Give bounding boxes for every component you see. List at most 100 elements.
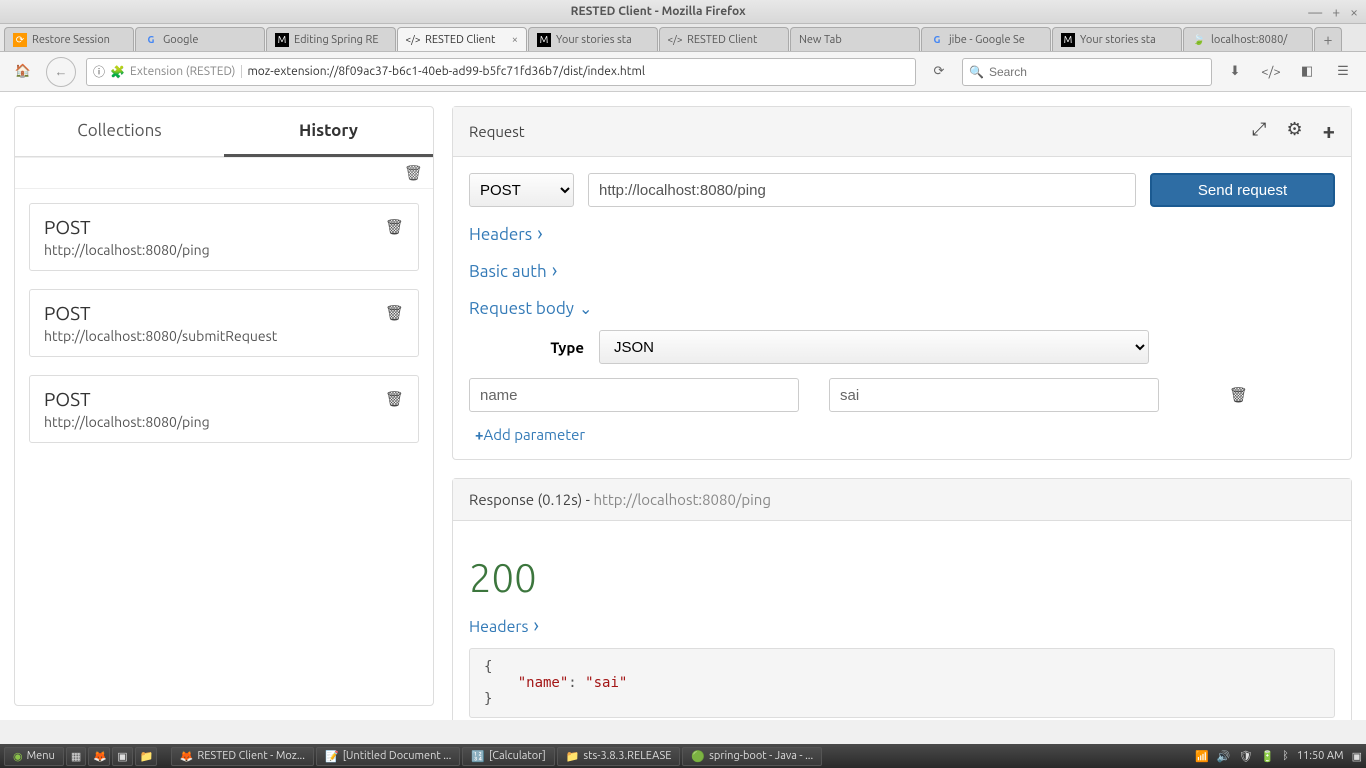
param-value-input[interactable] bbox=[829, 378, 1159, 412]
response-headers-toggle[interactable]: Headers bbox=[469, 618, 1335, 636]
launcher-icon[interactable]: ▦ bbox=[66, 747, 86, 766]
delete-history-icon[interactable] bbox=[385, 218, 404, 236]
taskbar-app[interactable]: 🦊RESTED Client - Moz... bbox=[171, 747, 314, 766]
folder-icon: 📁 bbox=[566, 750, 580, 763]
tray-icon[interactable]: 🔋 bbox=[1261, 750, 1275, 763]
basicauth-toggle[interactable]: Basic auth bbox=[469, 262, 1335, 281]
method-select[interactable]: POST bbox=[469, 173, 574, 207]
delete-param-icon[interactable] bbox=[1229, 386, 1248, 404]
request-panel: Request ⤢ ⚙ + POST Send request Headers … bbox=[452, 106, 1352, 460]
java-icon: 🟢 bbox=[691, 750, 705, 763]
tray-icon[interactable]: 🔊 bbox=[1217, 750, 1231, 763]
menu-icon[interactable]: ☰ bbox=[1330, 59, 1356, 85]
info-icon: ⓘ bbox=[93, 63, 105, 80]
search-icon: 🔍 bbox=[969, 65, 984, 79]
close-icon[interactable]: × bbox=[1350, 4, 1358, 20]
clear-history-icon[interactable] bbox=[404, 167, 423, 181]
window-title: RESTED Client - Mozilla Firefox bbox=[8, 5, 1308, 18]
favicon-code-icon: </> bbox=[668, 33, 682, 47]
history-url: http://localhost:8080/ping bbox=[44, 414, 404, 430]
start-menu-button[interactable]: ◉ Menu bbox=[4, 747, 64, 766]
clock[interactable]: 11:50 AM bbox=[1297, 750, 1344, 762]
request-header: Request ⤢ ⚙ + bbox=[453, 107, 1351, 157]
response-url: http://localhost:8080/ping bbox=[593, 491, 771, 508]
window-titlebar: RESTED Client - Mozilla Firefox — + × bbox=[0, 0, 1366, 24]
history-list: POST http://localhost:8080/ping POST htt… bbox=[15, 189, 433, 457]
delete-history-icon[interactable] bbox=[385, 304, 404, 322]
history-method: POST bbox=[44, 216, 404, 238]
browser-tab[interactable]: ⟳Restore Session bbox=[4, 27, 134, 51]
calculator-icon: 🔢 bbox=[471, 750, 485, 763]
type-label: Type bbox=[469, 339, 599, 356]
expand-icon[interactable]: ⤢ bbox=[1252, 119, 1266, 144]
headers-toggle[interactable]: Headers bbox=[469, 225, 1335, 244]
history-item[interactable]: POST http://localhost:8080/submitRequest bbox=[29, 289, 419, 357]
taskbar-app[interactable]: 📝[Untitled Document ... bbox=[316, 747, 460, 766]
plus-icon[interactable]: + bbox=[1323, 119, 1335, 144]
minimize-icon[interactable]: — bbox=[1308, 4, 1322, 20]
history-item[interactable]: POST http://localhost:8080/ping bbox=[29, 203, 419, 271]
new-tab-button[interactable]: + bbox=[1314, 27, 1342, 51]
browser-tab[interactable]: GGoogle bbox=[135, 27, 265, 51]
launcher-icon[interactable]: 🦊 bbox=[88, 747, 110, 766]
favicon-medium-icon: M bbox=[275, 33, 289, 47]
favicon-google-icon: G bbox=[930, 33, 944, 47]
favicon-code-icon: </> bbox=[406, 33, 420, 47]
browser-tab[interactable]: Gjibe - Google Se bbox=[921, 27, 1051, 51]
browser-tab-active[interactable]: </>RESTED Client× bbox=[397, 27, 527, 51]
favicon-google-icon: G bbox=[144, 33, 158, 47]
back-button[interactable]: ← bbox=[46, 57, 76, 87]
refresh-icon[interactable]: ⟳ bbox=[926, 59, 952, 85]
sidebar-icon[interactable]: ◧ bbox=[1294, 59, 1320, 85]
body-type-select[interactable]: JSON bbox=[599, 330, 1149, 364]
launcher-icon[interactable]: 📁 bbox=[135, 747, 157, 766]
param-key-input[interactable] bbox=[469, 378, 799, 412]
tray-icon[interactable]: 🛡 bbox=[1239, 750, 1253, 763]
history-item[interactable]: POST http://localhost:8080/ping bbox=[29, 375, 419, 443]
taskbar-app[interactable]: 🔢[Calculator] bbox=[462, 747, 554, 766]
home-icon[interactable]: 🏠 bbox=[10, 59, 36, 85]
browser-tab[interactable]: MYour stories sta bbox=[1052, 27, 1182, 51]
taskbar-app[interactable]: 📁sts-3.8.3.RELEASE bbox=[557, 747, 681, 766]
browser-tab[interactable]: MEditing Spring RE bbox=[266, 27, 396, 51]
downloads-icon[interactable]: ⬇ bbox=[1222, 59, 1248, 85]
add-parameter-button[interactable]: +Add parameter bbox=[475, 426, 1335, 443]
tray-icon[interactable]: ᛒ bbox=[1282, 750, 1289, 762]
editor-icon: 📝 bbox=[325, 750, 339, 763]
url-bar[interactable]: ⓘ 🧩 Extension (RESTED) moz-extension://8… bbox=[86, 58, 916, 86]
delete-history-icon[interactable] bbox=[385, 390, 404, 408]
os-taskbar: ◉ Menu ▦ 🦊 ▣ 📁 🦊RESTED Client - Moz... 📝… bbox=[0, 744, 1366, 768]
status-code: 200 bbox=[469, 555, 1335, 600]
browser-tabbar: ⟳Restore Session GGoogle MEditing Spring… bbox=[0, 24, 1366, 52]
send-request-button[interactable]: Send request bbox=[1150, 173, 1335, 207]
response-header: Response (0.12s) - http://localhost:8080… bbox=[453, 479, 1351, 521]
history-method: POST bbox=[44, 388, 404, 410]
tab-collections[interactable]: Collections bbox=[15, 107, 224, 157]
requestbody-toggle[interactable]: Request body bbox=[469, 299, 1335, 318]
request-url-input[interactable] bbox=[588, 173, 1136, 207]
browser-tab[interactable]: New Tab bbox=[790, 27, 920, 51]
side-toolbar bbox=[15, 157, 433, 189]
history-url: http://localhost:8080/submitRequest bbox=[44, 328, 404, 344]
browser-tab[interactable]: </>RESTED Client bbox=[659, 27, 789, 51]
favicon-medium-icon: M bbox=[537, 33, 551, 47]
tray-icon[interactable]: 📶 bbox=[1195, 750, 1209, 763]
search-bar[interactable]: 🔍 bbox=[962, 58, 1212, 86]
launcher-icon[interactable]: ▣ bbox=[112, 747, 132, 766]
browser-tab[interactable]: MYour stories sta bbox=[528, 27, 658, 51]
tab-close-icon[interactable]: × bbox=[512, 34, 518, 46]
search-input[interactable] bbox=[989, 65, 1205, 79]
tray-icon[interactable]: ▣ bbox=[1352, 750, 1362, 763]
tab-history[interactable]: History bbox=[224, 107, 433, 157]
chevron-right-icon bbox=[535, 225, 543, 244]
firefox-icon: 🦊 bbox=[180, 750, 194, 763]
app-content: Collections History POST http://localhos… bbox=[0, 92, 1366, 720]
chevron-right-icon bbox=[531, 618, 539, 636]
taskbar-app[interactable]: 🟢spring-boot - Java - ... bbox=[682, 747, 822, 766]
browser-tab[interactable]: 🍃localhost:8080/ bbox=[1183, 27, 1313, 51]
devtools-icon[interactable]: </> bbox=[1258, 59, 1284, 85]
favicon-restore-icon: ⟳ bbox=[13, 33, 27, 47]
response-panel: Response (0.12s) - http://localhost:8080… bbox=[452, 478, 1352, 720]
maximize-icon[interactable]: + bbox=[1332, 4, 1340, 20]
gear-icon[interactable]: ⚙ bbox=[1286, 119, 1302, 144]
